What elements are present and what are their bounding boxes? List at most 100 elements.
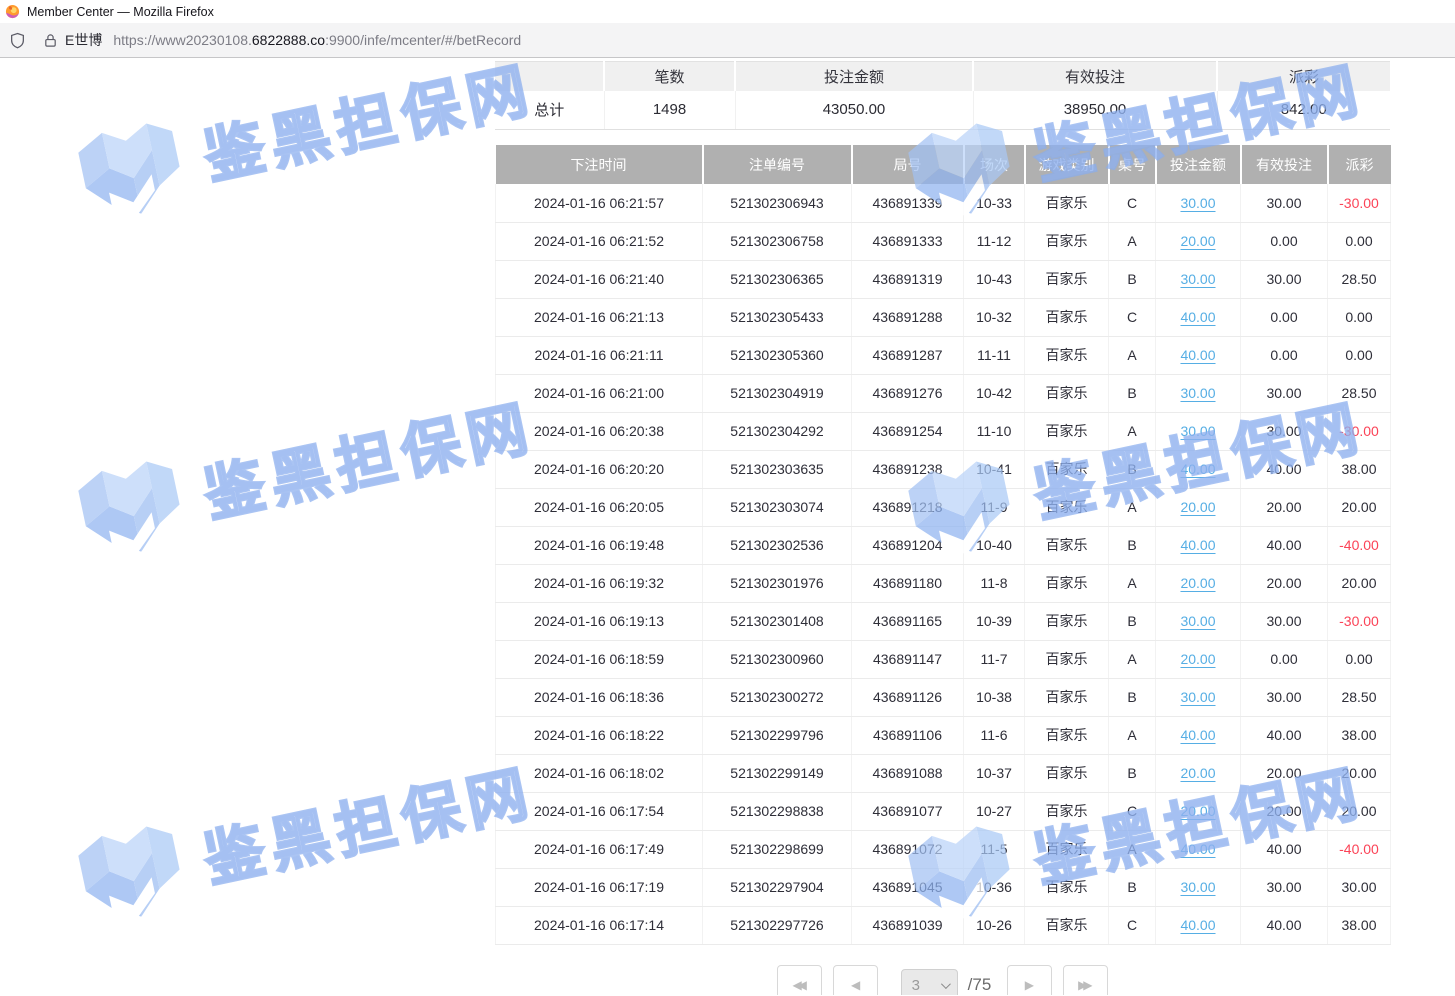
cell-valid-bet: 0.00 [1241, 298, 1328, 336]
cell-order-id: 521302300272 [703, 678, 852, 716]
cell-session: 11-6 [964, 716, 1025, 754]
summary-count-value: 1498 [604, 91, 735, 130]
cell-order-id: 521302302536 [703, 526, 852, 564]
cell-payout: -30.00 [1328, 602, 1391, 640]
cell-session: 11-11 [964, 336, 1025, 374]
bet-amount-link[interactable]: 30.00 [1180, 271, 1215, 287]
cell-valid-bet: 30.00 [1241, 374, 1328, 412]
cell-bet-time: 2024-01-16 06:21:52 [496, 222, 703, 260]
cell-session: 10-27 [964, 792, 1025, 830]
cell-session: 10-43 [964, 260, 1025, 298]
url-text[interactable]: https://www20230108.6822888.co:9900/infe… [113, 32, 521, 48]
cell-bet-time: 2024-01-16 06:17:14 [496, 906, 703, 944]
bet-amount-link[interactable]: 20.00 [1180, 803, 1215, 819]
table-row: 2024-01-16 06:19:32 521302301976 4368911… [496, 564, 1391, 602]
cell-payout: 28.50 [1328, 374, 1391, 412]
cell-table-no: A [1109, 830, 1156, 868]
cell-order-id: 521302299149 [703, 754, 852, 792]
cell-session: 10-38 [964, 678, 1025, 716]
header-bet-amount: 投注金额 [1156, 145, 1241, 184]
header-table-no: 桌号 [1109, 145, 1156, 184]
cell-round-id: 436891165 [852, 602, 964, 640]
bet-amount-link[interactable]: 30.00 [1180, 195, 1215, 211]
cell-table-no: A [1109, 564, 1156, 602]
bet-amount-link[interactable]: 30.00 [1180, 689, 1215, 705]
prev-page-button[interactable]: ◀ [833, 965, 878, 996]
next-page-button[interactable]: ▶ [1007, 965, 1052, 996]
left-arrow-icon: ◀ [851, 978, 860, 992]
cell-round-id: 436891072 [852, 830, 964, 868]
current-page-value: 3 [912, 977, 920, 994]
summary-bet-amount-value: 43050.00 [735, 91, 973, 130]
cell-game-type: 百家乐 [1025, 488, 1109, 526]
cell-bet-time: 2024-01-16 06:18:59 [496, 640, 703, 678]
cell-game-type: 百家乐 [1025, 564, 1109, 602]
cell-bet-time: 2024-01-16 06:18:22 [496, 716, 703, 754]
cell-bet-amount: 40.00 [1156, 906, 1241, 944]
cell-payout: 38.00 [1328, 450, 1391, 488]
bet-amount-link[interactable]: 40.00 [1180, 841, 1215, 857]
bet-amount-link[interactable]: 40.00 [1180, 309, 1215, 325]
cell-table-no: A [1109, 336, 1156, 374]
browser-urlbar[interactable]: E世博 https://www20230108.6822888.co:9900/… [0, 23, 1455, 58]
summary-header-payout: 派彩 [1217, 62, 1390, 91]
cell-order-id: 521302299796 [703, 716, 852, 754]
summary-header-bet-amount: 投注金额 [735, 62, 973, 91]
cell-table-no: B [1109, 754, 1156, 792]
cell-valid-bet: 40.00 [1241, 906, 1328, 944]
table-row: 2024-01-16 06:21:13 521302305433 4368912… [496, 298, 1391, 336]
cell-table-no: A [1109, 488, 1156, 526]
cell-bet-time: 2024-01-16 06:20:38 [496, 412, 703, 450]
bet-amount-link[interactable]: 30.00 [1180, 613, 1215, 629]
bet-amount-link[interactable]: 40.00 [1180, 461, 1215, 477]
table-row: 2024-01-16 06:21:57 521302306943 4368913… [496, 184, 1391, 222]
page-select-dropdown[interactable]: 3 [901, 969, 958, 996]
cell-session: 11-9 [964, 488, 1025, 526]
cell-table-no: B [1109, 260, 1156, 298]
cell-bet-time: 2024-01-16 06:20:20 [496, 450, 703, 488]
last-page-button[interactable]: ▶▶ [1063, 965, 1108, 996]
table-row: 2024-01-16 06:21:40 521302306365 4368913… [496, 260, 1391, 298]
bet-amount-link[interactable]: 40.00 [1180, 537, 1215, 553]
double-left-arrow-icon: ◀◀ [792, 978, 802, 992]
watermark: 鉴黑担保网 [62, 733, 543, 936]
cell-bet-amount: 30.00 [1156, 412, 1241, 450]
cell-valid-bet: 20.00 [1241, 564, 1328, 602]
tracking-shield-icon[interactable] [9, 32, 26, 49]
cell-game-type: 百家乐 [1025, 450, 1109, 488]
cell-bet-amount: 20.00 [1156, 222, 1241, 260]
double-right-arrow-icon: ▶▶ [1078, 978, 1088, 992]
first-page-button[interactable]: ◀◀ [777, 965, 822, 996]
cell-payout: -30.00 [1328, 184, 1391, 222]
summary-header-valid-bet: 有效投注 [973, 62, 1217, 91]
cell-order-id: 521302298699 [703, 830, 852, 868]
cell-bet-time: 2024-01-16 06:21:11 [496, 336, 703, 374]
bet-amount-link[interactable]: 20.00 [1180, 575, 1215, 591]
cell-bet-time: 2024-01-16 06:21:13 [496, 298, 703, 336]
bet-amount-link[interactable]: 40.00 [1180, 917, 1215, 933]
bet-amount-link[interactable]: 40.00 [1180, 347, 1215, 363]
cell-bet-time: 2024-01-16 06:19:13 [496, 602, 703, 640]
cell-valid-bet: 30.00 [1241, 602, 1328, 640]
lock-icon[interactable] [43, 33, 58, 48]
bet-amount-link[interactable]: 20.00 [1180, 233, 1215, 249]
bet-amount-link[interactable]: 20.00 [1180, 499, 1215, 515]
cell-round-id: 436891276 [852, 374, 964, 412]
cell-round-id: 436891333 [852, 222, 964, 260]
summary-valid-bet-value: 38950.00 [973, 91, 1217, 130]
site-identity-label[interactable]: E世博 [65, 30, 102, 50]
bet-amount-link[interactable]: 20.00 [1180, 765, 1215, 781]
bet-amount-link[interactable]: 30.00 [1180, 879, 1215, 895]
summary-header-count: 笔数 [604, 62, 735, 91]
cell-bet-amount: 30.00 [1156, 374, 1241, 412]
watermark-text: 鉴黑担保网 [195, 58, 541, 195]
bet-amount-link[interactable]: 30.00 [1180, 385, 1215, 401]
cell-table-no: B [1109, 526, 1156, 564]
cell-bet-time: 2024-01-16 06:20:05 [496, 488, 703, 526]
cell-payout: 0.00 [1328, 640, 1391, 678]
bet-amount-link[interactable]: 30.00 [1180, 423, 1215, 439]
bet-amount-link[interactable]: 20.00 [1180, 651, 1215, 667]
bet-amount-link[interactable]: 40.00 [1180, 727, 1215, 743]
cell-table-no: A [1109, 640, 1156, 678]
table-row: 2024-01-16 06:19:13 521302301408 4368911… [496, 602, 1391, 640]
